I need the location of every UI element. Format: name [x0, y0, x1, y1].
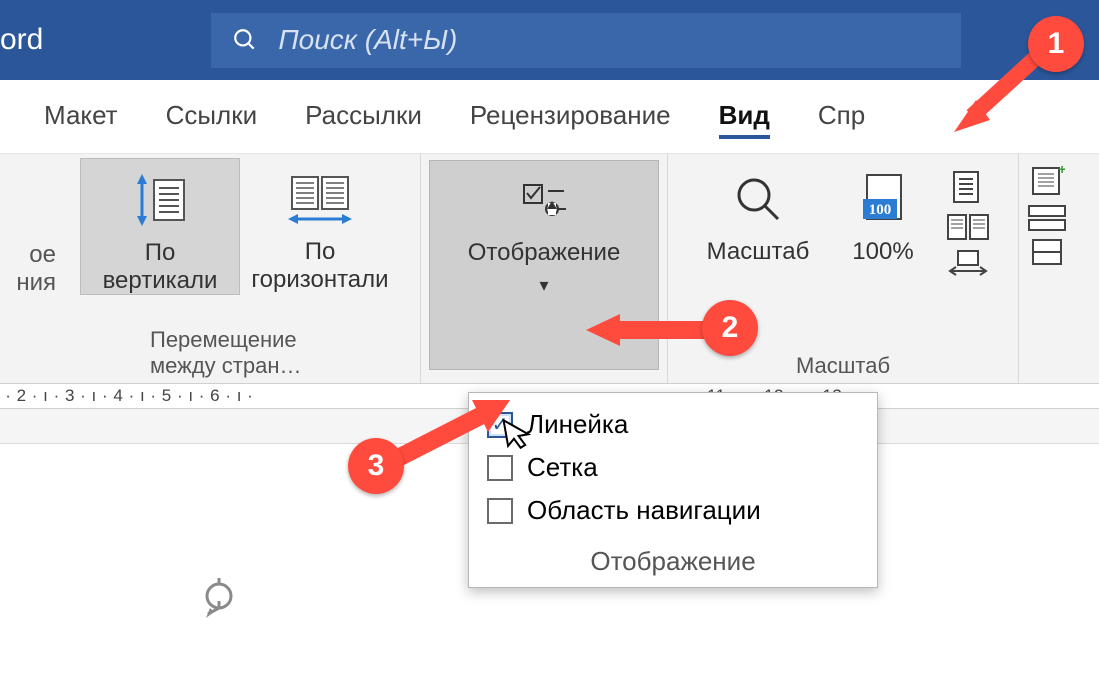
ruler-left: · 2 · ı · 3 · ı · 4 · ı · 5 · ı · 6 · ı … — [0, 386, 259, 406]
search-placeholder: Поиск (Alt+Ы) — [278, 24, 457, 56]
annotation-badge-3: 3 — [348, 438, 404, 494]
svg-text:+: + — [1058, 164, 1065, 177]
badge-text: 2 — [722, 311, 739, 345]
tab-review[interactable]: Рецензирование — [470, 100, 671, 139]
group-show: Отображение ▾ — [421, 154, 667, 383]
popup-item-gridlines[interactable]: Сетка — [469, 446, 877, 489]
annotation-badge-1: 1 — [1028, 16, 1084, 72]
show-dropdown-label: Отображение — [468, 239, 621, 267]
ribbon: ое ния По — [0, 153, 1099, 383]
horizontal-button-label: По горизонтали — [251, 238, 388, 293]
tab-layout[interactable]: Макет — [44, 100, 118, 139]
zoom-100-button[interactable]: 100 100% — [828, 158, 938, 266]
ribbon-left-edge-fragment: ое ния — [0, 154, 60, 383]
vertical-button[interactable]: По вертикали — [80, 158, 240, 295]
show-icon — [520, 179, 568, 219]
horizontal-button[interactable]: По горизонтали — [240, 158, 400, 295]
new-window-icon[interactable]: + — [1027, 164, 1065, 198]
search-box[interactable]: Поиск (Alt+Ы) — [211, 13, 961, 68]
popup-item-label: Область навигации — [527, 495, 761, 526]
annotation-badge-2: 2 — [702, 300, 758, 356]
ribbon-tabs: Макет Ссылки Рассылки Рецензирование Вид… — [0, 80, 1099, 153]
checkbox-empty-icon[interactable] — [487, 455, 513, 481]
page-width-icon[interactable] — [946, 248, 990, 276]
popup-item-label: Сетка — [527, 452, 598, 483]
titlebar: ord Поиск (Alt+Ы) — [0, 0, 1099, 80]
layout-options-icon[interactable] — [196, 576, 242, 622]
edge-text-2: ния — [16, 269, 56, 297]
zoom-button-label: Масштаб — [707, 238, 810, 266]
group-page-movement: По вертикали По горизонтали Пер — [60, 154, 420, 383]
vertical-page-icon — [130, 165, 190, 235]
show-dropdown-button[interactable]: Отображение ▾ — [429, 160, 659, 370]
window-title-fragment: ord — [0, 23, 61, 57]
checkbox-empty-icon[interactable] — [487, 498, 513, 524]
search-icon — [232, 27, 258, 53]
popup-footer: Отображение — [469, 532, 877, 587]
mouse-cursor-icon — [501, 414, 534, 452]
group-label-pagemove: Перемещение между стран… — [150, 327, 330, 379]
group-window-fragment: + — [1019, 154, 1075, 383]
zoom-icon — [732, 164, 784, 234]
tab-view[interactable]: Вид — [719, 100, 770, 139]
multi-page-icon[interactable] — [946, 212, 990, 242]
vertical-button-label: По вертикали — [103, 239, 218, 294]
popup-item-label: Линейка — [527, 409, 628, 440]
svg-text:100: 100 — [869, 202, 892, 218]
one-page-icon[interactable] — [946, 168, 986, 206]
zoom-100-label: 100% — [852, 238, 913, 266]
zoom-button[interactable]: Масштаб — [688, 158, 828, 266]
zoom-small-buttons — [938, 158, 998, 276]
group-label-zoom: Масштаб — [796, 353, 890, 379]
badge-text: 3 — [368, 449, 385, 483]
split-icon[interactable] — [1027, 238, 1067, 266]
arrange-all-icon[interactable] — [1027, 204, 1067, 232]
badge-text: 1 — [1048, 27, 1065, 61]
horizontal-page-icon — [284, 164, 356, 234]
tab-help[interactable]: Спр — [818, 100, 865, 139]
edge-text-1: ое — [29, 241, 56, 269]
tab-references[interactable]: Ссылки — [166, 100, 258, 139]
popup-item-navpane[interactable]: Область навигации — [469, 489, 877, 532]
tab-mailings[interactable]: Рассылки — [305, 100, 422, 139]
chevron-down-icon: ▾ — [539, 275, 548, 296]
zoom-100-icon: 100 — [855, 164, 911, 234]
